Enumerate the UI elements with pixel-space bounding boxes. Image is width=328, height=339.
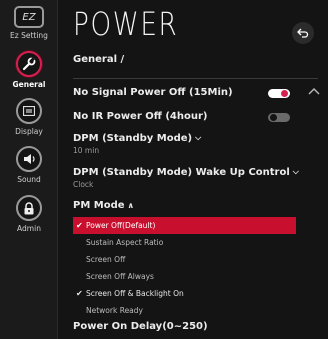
pm-mode-option[interactable]: ✔ Screen Off & Backlight On [73, 285, 296, 302]
pm-mode-option[interactable]: Screen Off [73, 251, 296, 268]
no-ir-power-off-toggle[interactable] [268, 113, 290, 122]
ez-icon: EZ [14, 6, 44, 28]
check-icon: ✔ [76, 289, 83, 298]
dpm-value: 10 min [73, 146, 100, 155]
pm-mode-options: ✔ Power Off(Default) Sustain Aspect Rati… [73, 217, 296, 319]
no-signal-power-off-toggle[interactable] [268, 89, 290, 98]
sidebar-item-label: Display [15, 127, 43, 136]
power-on-delay-label[interactable]: Power On Delay(0~250) [73, 321, 208, 332]
sidebar-item-sound[interactable]: Sound [0, 146, 58, 184]
sidebar-item-general[interactable]: General [0, 51, 58, 89]
lock-icon [16, 195, 42, 221]
back-icon [297, 28, 309, 38]
sidebar-item-label: Admin [17, 224, 41, 233]
sidebar-item-ez-setting[interactable]: EZ Ez Setting [0, 6, 58, 40]
toggle-knob [270, 114, 277, 121]
pm-mode-option[interactable]: Screen Off Always [73, 268, 296, 285]
pm-mode-option[interactable]: ✔ Power Off(Default) [73, 217, 296, 234]
divider [73, 78, 318, 79]
main-panel: POWER General / No Signal Power Off (15M… [58, 0, 328, 339]
check-icon: ✔ [76, 221, 83, 230]
chevron-up-icon: ∧ [127, 200, 135, 210]
sidebar-item-admin[interactable]: Admin [0, 195, 58, 233]
sidebar-item-label: Sound [17, 175, 41, 184]
dpm-label: DPM (Standby Mode) [73, 133, 193, 144]
chevron-down-icon: ⌵ [292, 167, 299, 176]
pm-mode-option[interactable]: Network Ready [73, 302, 296, 319]
toggle-knob [281, 90, 288, 97]
sidebar: EZ Ez Setting General Display Sound Admi… [0, 0, 58, 339]
pm-mode-label: PM Mode [73, 200, 125, 211]
page-title: POWER [73, 5, 179, 43]
sidebar-item-label: Ez Setting [10, 31, 48, 40]
wrench-icon [16, 51, 42, 77]
chevron-up-icon[interactable] [308, 86, 320, 96]
dpm-row[interactable]: DPM (Standby Mode) ⌵ 10 min [73, 133, 318, 155]
pm-mode-option[interactable]: Sustain Aspect Ratio [73, 234, 296, 251]
dpm-wake-up-control-value: Clock [73, 180, 94, 189]
breadcrumb: General / [73, 54, 125, 65]
sidebar-item-display[interactable]: Display [0, 98, 58, 136]
pm-mode-row[interactable]: PM Mode ∧ [73, 200, 318, 211]
dpm-wake-up-control-label: DPM (Standby Mode) Wake Up Control [73, 167, 290, 178]
chevron-down-icon: ⌵ [195, 133, 202, 142]
display-icon [16, 98, 42, 124]
sidebar-item-label: General [12, 80, 46, 89]
dpm-wake-up-control-row[interactable]: DPM (Standby Mode) Wake Up Control ⌵ Cloc… [73, 167, 318, 189]
speaker-icon [16, 146, 42, 172]
back-button[interactable] [292, 22, 314, 44]
